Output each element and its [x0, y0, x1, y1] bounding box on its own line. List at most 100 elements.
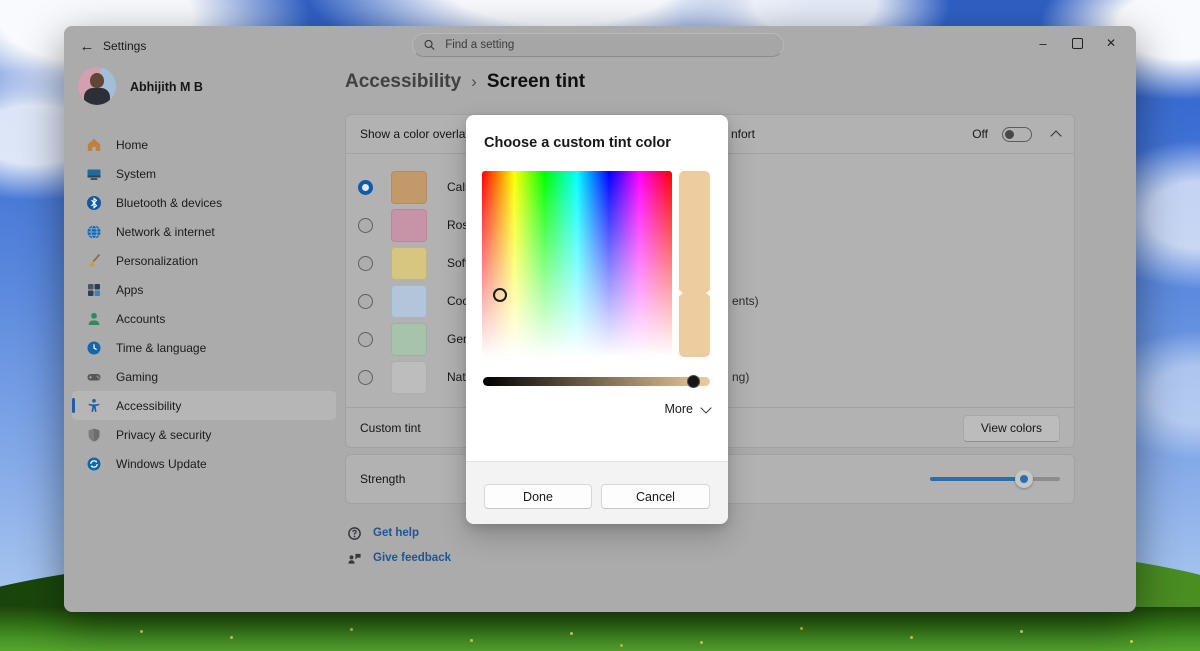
grass [0, 607, 1200, 651]
flowers [140, 630, 143, 633]
breadcrumb-parent[interactable]: Accessibility [345, 71, 461, 93]
sidebar-item-privacy[interactable]: Privacy & security [72, 420, 336, 449]
sidebar-item-windows-update[interactable]: Windows Update [72, 449, 336, 478]
radio-button[interactable] [358, 294, 373, 309]
give-feedback-label: Give feedback [373, 552, 451, 564]
chevron-down-icon [700, 402, 711, 413]
close-button[interactable]: ✕ [1094, 30, 1128, 56]
footer-links: Get help Give feedback [347, 524, 451, 574]
back-button[interactable]: ← [74, 34, 100, 58]
tint-swatch [391, 323, 427, 356]
maximize-icon [1072, 38, 1083, 49]
toggle-state-label: Off [972, 127, 988, 141]
color-picker-cursor[interactable] [493, 288, 507, 302]
system-icon [86, 166, 102, 182]
view-colors-button[interactable]: View colors [963, 415, 1060, 442]
chevron-up-icon[interactable] [1050, 130, 1061, 141]
gaming-icon [86, 369, 102, 385]
done-button[interactable]: Done [484, 484, 592, 509]
sidebar-item-label: Personalization [116, 254, 198, 268]
bluetooth-icon [86, 195, 102, 211]
radio-button[interactable] [358, 218, 373, 233]
tint-swatch [391, 285, 427, 318]
user-name: Abhijith M B [130, 80, 203, 94]
minimize-button[interactable]: – [1026, 30, 1060, 56]
maximize-button[interactable] [1060, 30, 1094, 56]
sidebar-item-home[interactable]: Home [72, 130, 336, 159]
help-icon [347, 526, 362, 541]
tint-option-description-fragment: ng) [732, 370, 749, 384]
page-title: Screen tint [487, 71, 585, 93]
sidebar-item-label: Gaming [116, 370, 158, 384]
sidebar-item-bluetooth[interactable]: Bluetooth & devices [72, 188, 336, 217]
avatar[interactable] [78, 67, 116, 105]
windows-update-icon [86, 456, 102, 472]
radio-button[interactable] [358, 370, 373, 385]
back-arrow-icon: ← [80, 38, 95, 55]
search-icon [424, 39, 435, 51]
sidebar-item-label: Network & internet [116, 225, 215, 239]
sidebar-item-network[interactable]: Network & internet [72, 217, 336, 246]
sidebar-item-label: Apps [116, 283, 143, 297]
window-title: Settings [103, 39, 146, 53]
sidebar-item-system[interactable]: System [72, 159, 336, 188]
strength-slider-fill [930, 477, 1024, 481]
radio-button[interactable] [358, 180, 373, 195]
value-slider-thumb[interactable] [687, 375, 700, 388]
sidebar-item-label: Privacy & security [116, 428, 211, 442]
sidebar-item-time-language[interactable]: Time & language [72, 333, 336, 362]
tint-option-description-fragment: ents) [732, 294, 759, 308]
network-icon [86, 224, 102, 240]
tint-swatch [391, 209, 427, 242]
desktop-wallpaper: ← Settings – ✕ Abhijith M B Home System [0, 0, 1200, 651]
sidebar-item-label: Home [116, 138, 148, 152]
more-label: More [665, 402, 693, 416]
personalization-icon [86, 253, 102, 269]
toggle-knob [1005, 130, 1014, 139]
radio-button[interactable] [358, 332, 373, 347]
custom-tint-color-dialog: Choose a custom tint color More Done Can… [466, 115, 728, 524]
privacy-shield-icon [86, 427, 102, 443]
give-feedback-link[interactable]: Give feedback [347, 549, 451, 567]
get-help-link[interactable]: Get help [347, 524, 451, 542]
radio-button[interactable] [358, 256, 373, 271]
sidebar-item-label: Time & language [116, 341, 206, 355]
overlay-label-fragment: nfort [731, 127, 755, 141]
sidebar-item-apps[interactable]: Apps [72, 275, 336, 304]
sidebar-item-label: System [116, 167, 156, 181]
settings-window: ← Settings – ✕ Abhijith M B Home System [64, 26, 1136, 612]
sidebar-item-label: Accounts [116, 312, 165, 326]
dialog-title: Choose a custom tint color [484, 135, 671, 151]
sidebar-item-accessibility[interactable]: Accessibility [72, 391, 336, 420]
strength-slider[interactable] [930, 477, 1060, 481]
sidebar-item-label: Bluetooth & devices [116, 196, 222, 210]
home-icon [86, 137, 102, 153]
tint-swatch [391, 171, 427, 204]
breadcrumb: Accessibility › Screen tint [345, 68, 585, 96]
get-help-label: Get help [373, 527, 419, 539]
sidebar-nav: Home System Bluetooth & devices Network … [72, 130, 336, 478]
accounts-icon [86, 311, 102, 327]
tint-value-bar[interactable] [679, 171, 710, 357]
cancel-button[interactable]: Cancel [601, 484, 710, 509]
sidebar-item-label: Accessibility [116, 399, 181, 413]
breadcrumb-separator-icon: › [471, 72, 477, 92]
dialog-footer: Done Cancel [466, 461, 728, 524]
tint-swatch [391, 361, 427, 394]
search-input[interactable] [443, 38, 772, 52]
feedback-icon [347, 551, 362, 566]
sidebar-item-personalization[interactable]: Personalization [72, 246, 336, 275]
overlay-toggle[interactable] [1002, 127, 1032, 142]
apps-icon [86, 282, 102, 298]
value-slider[interactable] [483, 377, 710, 386]
sidebar-item-accounts[interactable]: Accounts [72, 304, 336, 333]
tint-swatch [391, 247, 427, 280]
search-box[interactable] [412, 33, 784, 57]
color-spectrum-picker[interactable] [482, 171, 672, 357]
sidebar-item-gaming[interactable]: Gaming [72, 362, 336, 391]
time-language-icon [86, 340, 102, 356]
sidebar-item-label: Windows Update [116, 457, 207, 471]
more-expander[interactable]: More [665, 402, 710, 416]
strength-slider-thumb[interactable] [1015, 470, 1033, 488]
accessibility-icon [86, 398, 102, 414]
